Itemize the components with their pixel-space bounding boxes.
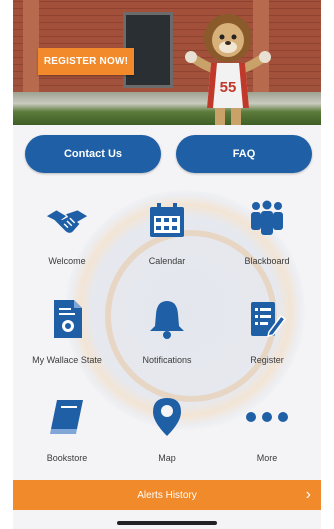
home-indicator[interactable] (117, 521, 217, 525)
alerts-history-bar[interactable]: Alerts History › (13, 480, 321, 510)
handshake-icon (45, 198, 89, 242)
tile-register[interactable]: Register (217, 297, 317, 387)
tile-map[interactable]: Map (117, 395, 217, 485)
tile-label: Calendar (148, 256, 186, 266)
book-icon (45, 395, 89, 439)
tile-label: Blackboard (244, 256, 290, 266)
tile-my-wallace-state[interactable]: My Wallace State (17, 297, 117, 387)
tile-label: Register (250, 355, 284, 365)
tile-calendar[interactable]: Calendar (117, 198, 217, 288)
brick-pillar (23, 0, 39, 92)
tile-blackboard[interactable]: Blackboard (217, 198, 317, 288)
faq-button[interactable]: FAQ (176, 135, 312, 173)
tile-label: More (256, 453, 278, 463)
tile-label: Welcome (48, 256, 86, 266)
tile-welcome[interactable]: Welcome (17, 198, 117, 288)
tile-notifications[interactable]: Notifications (117, 297, 217, 387)
edit-list-icon (245, 297, 289, 341)
map-pin-icon (145, 395, 189, 439)
register-now-button[interactable]: REGISTER NOW! (38, 48, 134, 75)
tile-label: Notifications (142, 355, 192, 365)
contact-us-button[interactable]: Contact Us (25, 135, 161, 173)
bell-icon (145, 297, 189, 341)
tile-label: Map (158, 453, 176, 463)
more-dots-icon (245, 395, 289, 439)
tile-bookstore[interactable]: Bookstore (17, 395, 117, 485)
tile-label: My Wallace State (32, 355, 102, 365)
people-icon (245, 198, 289, 242)
calendar-icon (145, 198, 189, 242)
app-screen: REGISTER NOW! 55 Contact Us FAQ Welcome … (13, 0, 321, 529)
alerts-history-label: Alerts History (137, 489, 197, 501)
document-icon (45, 297, 89, 341)
jersey-number: 55 (220, 79, 237, 96)
lion-mascot: 55 (185, 14, 271, 125)
chevron-right-icon: › (305, 486, 311, 503)
tile-label: Bookstore (46, 453, 88, 463)
hero-banner: REGISTER NOW! 55 (13, 0, 321, 125)
tile-more[interactable]: More (217, 395, 317, 485)
